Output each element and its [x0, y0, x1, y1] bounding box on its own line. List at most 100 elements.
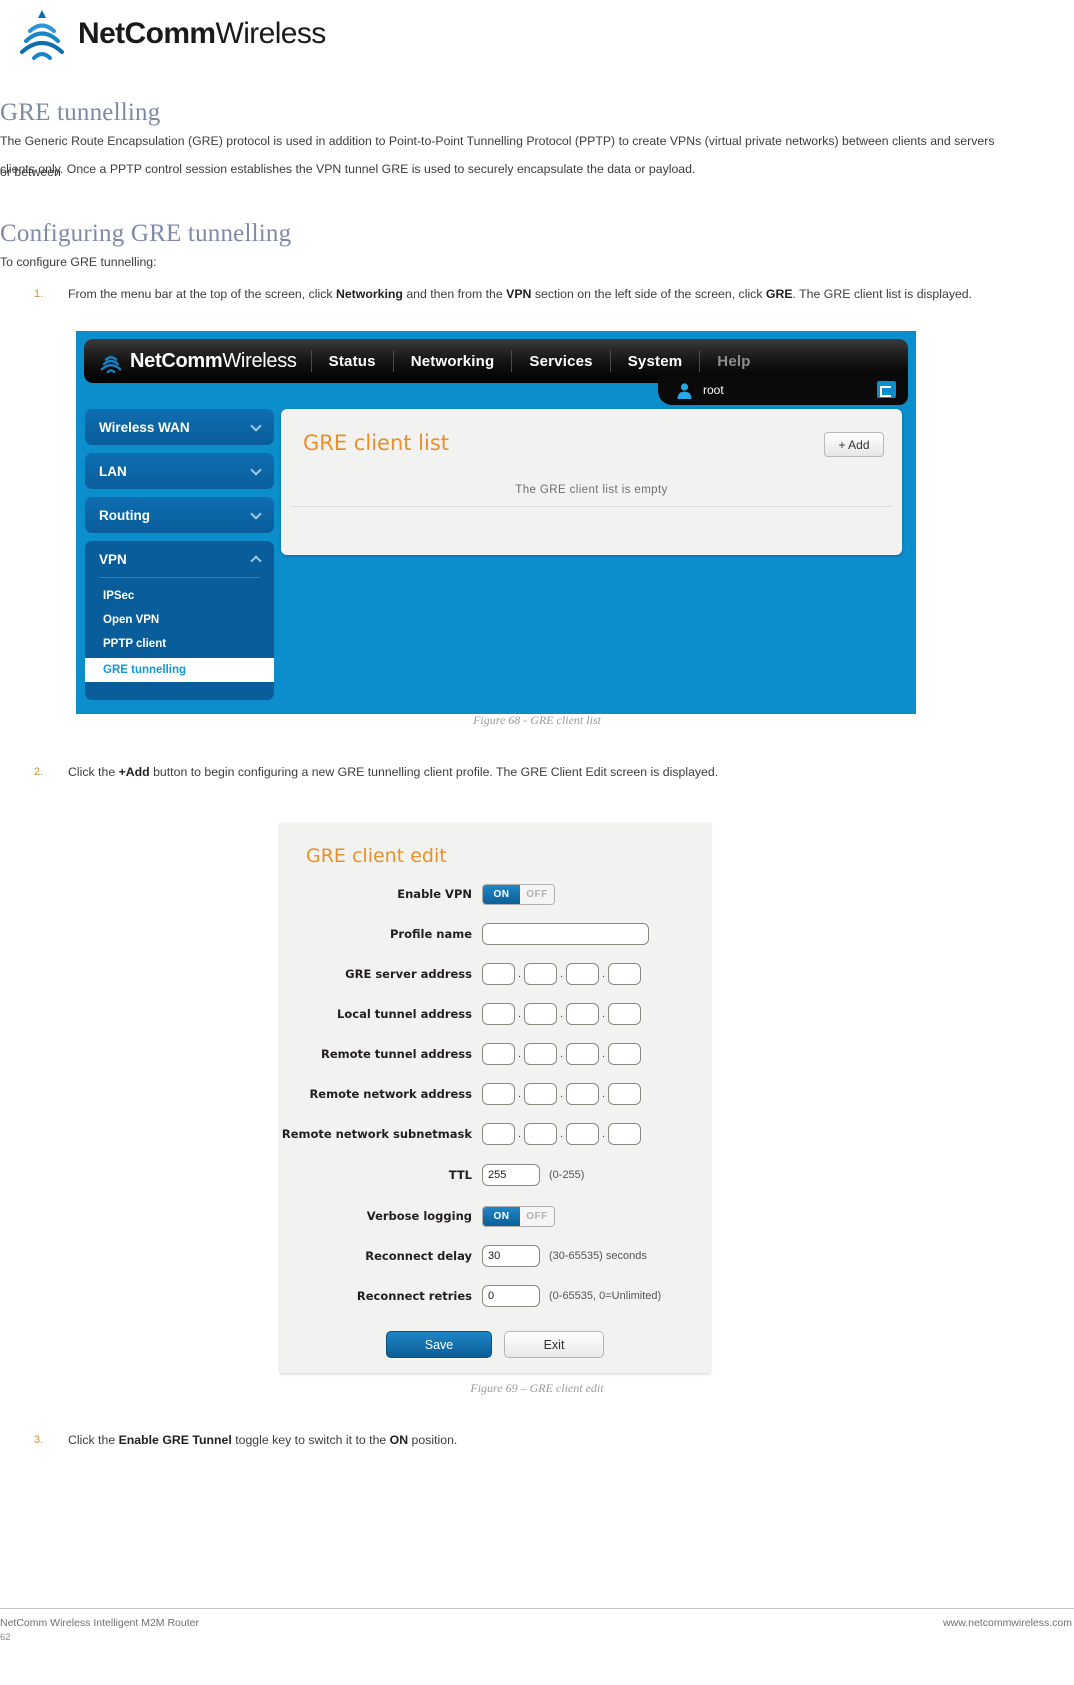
ip-dot: . — [517, 1008, 522, 1020]
intro-line-2: clients only. Once a PPTP control sessio… — [0, 162, 696, 176]
field-row-enable-vpn: Enable VPN ON OFF — [280, 880, 710, 908]
wifi-fan-logo-icon — [14, 8, 70, 60]
step-3-bold-enable-gre-tunnel: Enable GRE Tunnel — [118, 1433, 232, 1447]
nav-item-networking[interactable]: Networking — [394, 353, 512, 370]
step-1-part-d: section on the left side of the screen, … — [531, 287, 766, 301]
nav-item-services[interactable]: Services — [512, 353, 609, 370]
router-brand-light: Wireless — [222, 349, 297, 372]
step-1-number: 1. — [34, 288, 44, 300]
empty-list-message: The GRE client list is empty — [515, 484, 668, 496]
gre-server-address-octet-1[interactable] — [482, 963, 515, 985]
gre-server-address-octet-2[interactable] — [524, 963, 557, 985]
enable-vpn-toggle[interactable]: ON OFF — [482, 883, 555, 905]
remote-network-subnetmask-octet-3[interactable] — [566, 1123, 599, 1145]
sidebar-subitem-pptp-client[interactable]: PPTP client — [85, 632, 274, 656]
step-1-part-a: From the menu bar at the top of the scre… — [68, 287, 336, 301]
local-tunnel-address-octet-1[interactable] — [482, 1003, 515, 1025]
remote-network-subnetmask-octet-2[interactable] — [524, 1123, 557, 1145]
remote-network-subnetmask-octet-1[interactable] — [482, 1123, 515, 1145]
field-row-remote-tunnel-address: Remote tunnel address . . . — [280, 1040, 710, 1068]
field-row-gre-server-address: GRE server address . . . — [280, 960, 710, 988]
card-divider — [291, 506, 892, 507]
step-3-number: 3. — [34, 1434, 44, 1446]
ip-dot: . — [517, 968, 522, 980]
brand-name: NetCommWireless — [78, 17, 326, 51]
local-tunnel-address-octet-2[interactable] — [524, 1003, 557, 1025]
reconnect-delay-input[interactable]: 30 — [482, 1245, 540, 1267]
step-2-number: 2. — [34, 766, 44, 778]
remote-network-address-octet-2[interactable] — [524, 1083, 557, 1105]
gre-server-address-octet-3[interactable] — [566, 963, 599, 985]
field-row-remote-network-address: Remote network address . . . — [280, 1080, 710, 1108]
remote-tunnel-address-octet-1[interactable] — [482, 1043, 515, 1065]
field-label-verbose-logging: Verbose logging — [366, 1209, 472, 1223]
sidebar-item-routing[interactable]: Routing — [85, 497, 274, 533]
chevron-down-icon — [250, 508, 262, 520]
remote-tunnel-address-octet-4[interactable] — [608, 1043, 641, 1065]
save-button[interactable]: Save — [386, 1331, 492, 1358]
step-3-part-a: Click the — [68, 1433, 119, 1447]
verbose-logging-toggle[interactable]: ON OFF — [482, 1205, 555, 1227]
toggle-on-label[interactable]: ON — [483, 1206, 520, 1226]
add-button[interactable]: + Add — [824, 432, 884, 457]
reconnect-retries-input[interactable]: 0 — [482, 1285, 540, 1307]
sidebar-subitem-ipsec[interactable]: IPSec — [85, 584, 274, 608]
step-2-part-a: Click the — [68, 765, 119, 779]
sidebar-label-lan: LAN — [99, 463, 127, 479]
toggle-off-label[interactable]: OFF — [520, 1206, 554, 1226]
footer-divider — [0, 1608, 1074, 1609]
nav-item-status[interactable]: Status — [312, 353, 393, 370]
profile-name-input[interactable] — [482, 923, 649, 945]
reconnect-delay-hint: (30-65535) seconds — [549, 1250, 647, 1262]
local-tunnel-address-octet-3[interactable] — [566, 1003, 599, 1025]
ip-dot: . — [559, 1008, 564, 1020]
field-label-profile-name: Profile name — [390, 927, 472, 941]
field-row-profile-name: Profile name — [280, 920, 710, 948]
ttl-hint: (0-255) — [549, 1169, 585, 1181]
field-label-gre-server-address: GRE server address — [345, 967, 472, 981]
step-3-bold-on: ON — [389, 1433, 409, 1447]
sidebar-item-wireless-wan[interactable]: Wireless WAN — [85, 409, 274, 445]
ip-dot: . — [601, 1048, 606, 1060]
sidebar-subitem-open-vpn[interactable]: Open VPN — [85, 608, 274, 632]
remote-tunnel-address-octet-2[interactable] — [524, 1043, 557, 1065]
nav-item-system[interactable]: System — [611, 353, 700, 370]
sidebar-item-lan[interactable]: LAN — [85, 453, 274, 489]
remote-network-subnetmask-octet-4[interactable] — [608, 1123, 641, 1145]
logged-in-username: root — [703, 383, 724, 397]
step-3-text: Click the Enable GRE Tunnel toggle key t… — [68, 1433, 1028, 1447]
chevron-down-icon — [250, 464, 262, 476]
remote-network-address-octet-1[interactable] — [482, 1083, 515, 1105]
step-2-part-c: button to begin configuring a new GRE tu… — [149, 765, 719, 779]
field-row-reconnect-delay: Reconnect delay 30 (30-65535) seconds — [280, 1242, 710, 1270]
local-tunnel-address-octet-4[interactable] — [608, 1003, 641, 1025]
card-title-gre-client-list: GRE client list — [303, 431, 450, 455]
router-logo: NetCommWireless — [84, 349, 297, 374]
field-label-remote-tunnel-address: Remote tunnel address — [320, 1047, 472, 1061]
gre-server-address-octet-4[interactable] — [608, 963, 641, 985]
sidebar-item-vpn[interactable]: VPN — [85, 541, 274, 577]
toggle-on-label[interactable]: ON — [483, 884, 520, 904]
card-title-gre-client-edit: GRE client edit — [306, 845, 447, 867]
ip-dot: . — [517, 1128, 522, 1140]
ip-dot: . — [559, 1128, 564, 1140]
ttl-input[interactable]: 255 — [482, 1164, 540, 1186]
field-row-remote-network-subnetmask: Remote network subnetmask . . . — [280, 1120, 710, 1148]
nav-item-help[interactable]: Help — [700, 353, 767, 370]
figure-caption-69: Figure 69 – GRE client edit — [470, 1381, 604, 1395]
exit-button[interactable]: Exit — [504, 1331, 604, 1358]
sidebar-group-footer — [85, 686, 274, 700]
field-label-reconnect-delay: Reconnect delay — [365, 1249, 472, 1263]
ip-dot: . — [601, 1128, 606, 1140]
sidebar-label-wireless-wan: Wireless WAN — [99, 419, 190, 435]
step-1-text: From the menu bar at the top of the scre… — [68, 287, 1028, 301]
toggle-off-label[interactable]: OFF — [520, 884, 554, 904]
sidebar-label-vpn: VPN — [99, 551, 127, 567]
sidebar-subitem-gre-tunnelling[interactable]: GRE tunnelling — [85, 658, 274, 682]
remote-network-address-octet-4[interactable] — [608, 1083, 641, 1105]
sidebar-label-routing: Routing — [99, 507, 150, 523]
remote-network-address-octet-3[interactable] — [566, 1083, 599, 1105]
logout-arrow-icon[interactable] — [877, 381, 896, 398]
field-row-local-tunnel-address: Local tunnel address . . . — [280, 1000, 710, 1028]
remote-tunnel-address-octet-3[interactable] — [566, 1043, 599, 1065]
